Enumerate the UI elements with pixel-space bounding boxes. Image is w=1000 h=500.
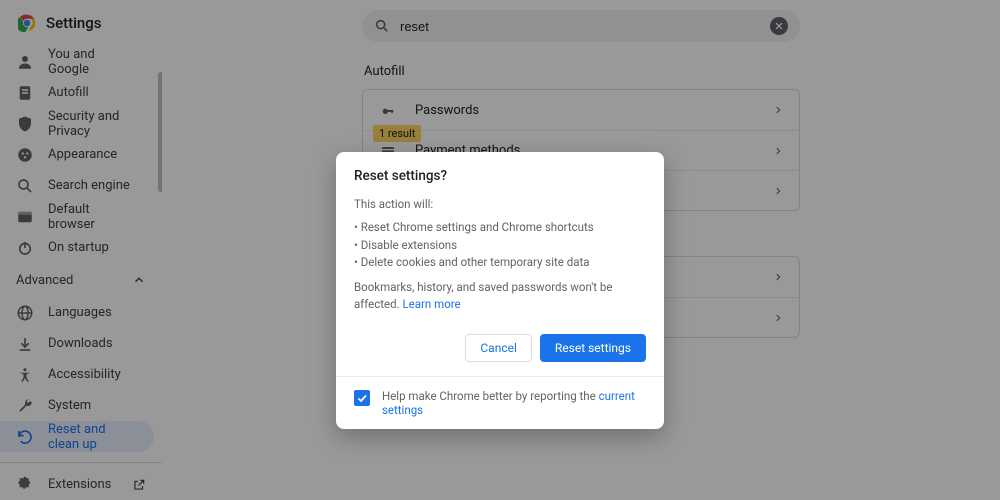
dialog-actions: Cancel Reset settings [336,326,664,376]
cancel-button[interactable]: Cancel [465,334,532,362]
reset-settings-dialog: Reset settings? This action will: • Rese… [336,152,664,429]
dialog-footer-text: Help make Chrome better by reporting the… [382,389,646,417]
dialog-note: Bookmarks, history, and saved passwords … [354,279,646,314]
dialog-bullets: • Reset Chrome settings and Chrome short… [354,219,646,271]
learn-more-link[interactable]: Learn more [402,297,460,311]
dialog-bullet: • Disable extensions [354,237,646,254]
dialog-title: Reset settings? [354,168,646,184]
dialog-footer: Help make Chrome better by reporting the… [336,376,664,429]
app-root: Settings You and Google Autofill Securit… [0,0,1000,500]
dialog-bullet: • Delete cookies and other temporary sit… [354,254,646,271]
report-checkbox[interactable] [354,390,370,406]
dialog-bullet: • Reset Chrome settings and Chrome short… [354,219,646,236]
reset-settings-button[interactable]: Reset settings [540,334,646,362]
dialog-subtitle: This action will: [354,196,646,213]
